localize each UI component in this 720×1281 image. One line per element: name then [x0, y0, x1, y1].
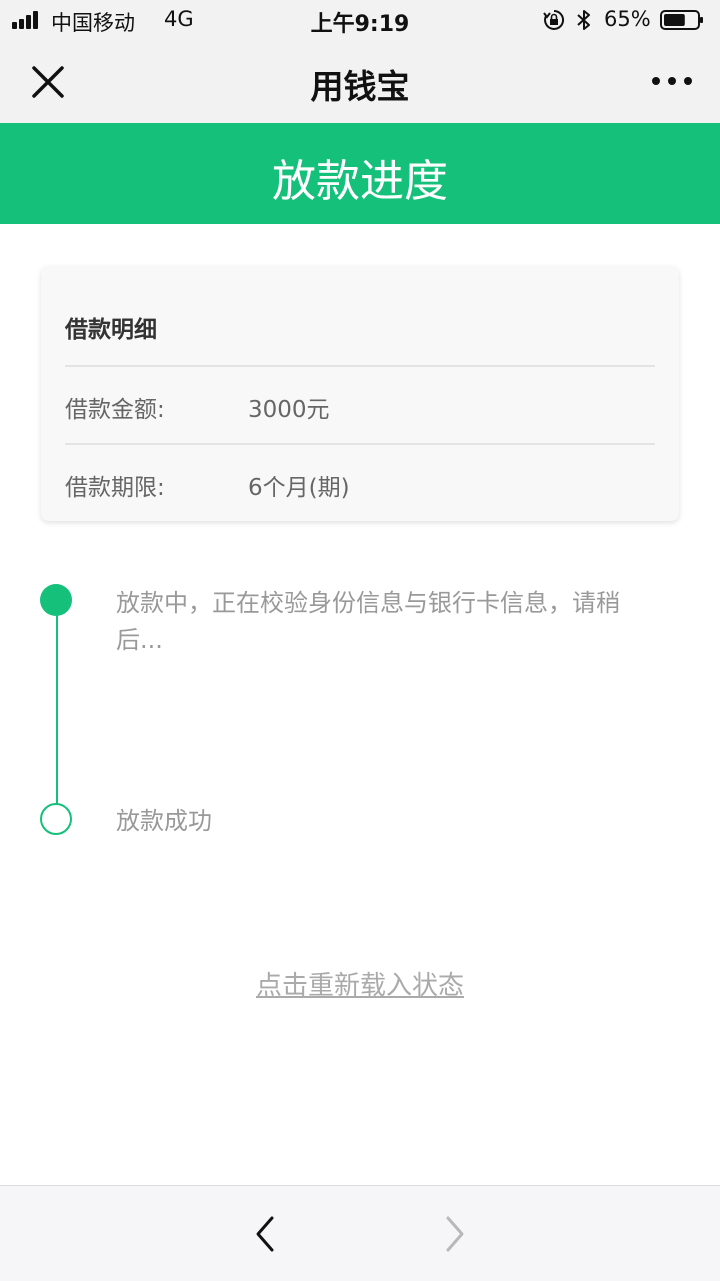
browser-toolbar — [0, 1185, 720, 1281]
status-bar: 中国移动 4G 上午9:19 65% — [0, 0, 720, 40]
chevron-left-icon[interactable] — [250, 1214, 280, 1254]
battery-icon — [660, 10, 703, 30]
card-divider — [65, 365, 655, 367]
nav-header: 用钱宝 — [0, 40, 720, 123]
orientation-lock-icon — [543, 9, 565, 30]
timeline-step-processing: 放款中，正在校验身份信息与银行卡信息，请稍后... — [116, 589, 620, 654]
timeline-line — [56, 600, 58, 820]
loan-amount-value: 3000元 — [248, 397, 330, 423]
reload-status-link[interactable]: 点击重新载入状态 — [0, 965, 720, 1002]
bluetooth-icon — [577, 10, 590, 30]
timeline-dot-pending — [40, 803, 72, 835]
loan-details-card: 借款明细 借款金额: 3000元 借款期限: 6个月(期) — [41, 266, 679, 521]
loan-term-value: 6个月(期) — [248, 475, 350, 501]
loan-term-label: 借款期限: — [65, 475, 165, 501]
chevron-right-icon[interactable] — [440, 1214, 470, 1254]
loan-amount-label: 借款金额: — [65, 397, 165, 423]
card-divider — [65, 443, 655, 445]
more-icon[interactable] — [648, 70, 696, 92]
banner-title: 放款进度 — [272, 156, 448, 207]
progress-banner: 放款进度 — [0, 123, 720, 224]
timeline-step-success: 放款成功 — [116, 807, 212, 835]
battery-percent: 65% — [604, 7, 651, 31]
page-title: 用钱宝 — [310, 67, 410, 106]
timeline-dot-active — [40, 584, 72, 616]
card-title: 借款明细 — [65, 317, 157, 343]
